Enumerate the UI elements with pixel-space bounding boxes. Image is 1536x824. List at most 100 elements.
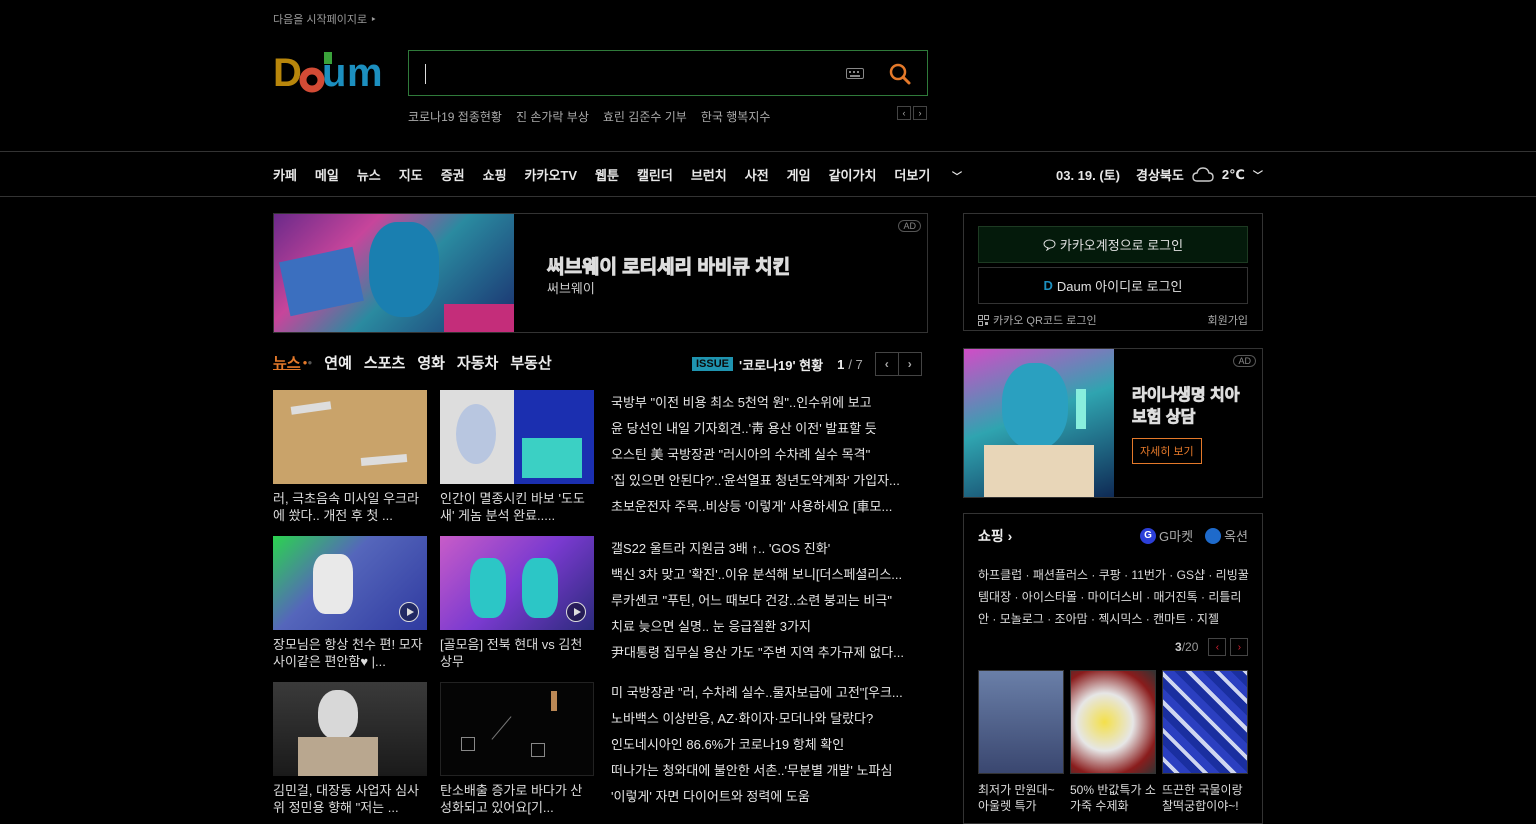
chevron-left-icon[interactable]: ‹ <box>874 352 899 376</box>
trending-nav: ‹ › <box>897 106 927 120</box>
side-ad-button[interactable]: 자세히 보기 <box>1132 438 1202 464</box>
search-icon[interactable] <box>887 61 913 87</box>
tab-realestate[interactable]: 부동산 <box>510 352 551 373</box>
weather-widget[interactable]: 03. 19. (토) 경상북도 2℃ ﹀ <box>1056 165 1263 184</box>
shopping-links[interactable]: 하프클럽 · 패션플러스 · 쿠팡 · 11번가 · GS샵 · 리빙꿀템대장 … <box>978 564 1252 630</box>
tab-news[interactable]: 뉴스 <box>273 352 301 373</box>
temperature-label: 2℃ <box>1221 166 1245 182</box>
gnb-item-webtoon[interactable]: 웹툰 <box>595 165 619 184</box>
headline-item[interactable]: 백신 3차 맞고 '확진'..이유 분석해 보니[더스페셜리스... <box>611 562 929 588</box>
chevron-right-icon[interactable]: › <box>913 106 927 120</box>
headline-item[interactable]: 치료 늦으면 실명.. 눈 응급질환 3가지 <box>611 614 929 640</box>
shopping-title-label: 쇼핑 <box>978 528 1004 544</box>
headline-item[interactable]: 노바백스 이상반응, AZ·화이자·모더나와 달랐다? <box>611 706 929 732</box>
news-thumb[interactable]: [골모음] 전북 현대 vs 김천 상무 <box>440 536 594 670</box>
gnb-item-news[interactable]: 뉴스 <box>357 165 381 184</box>
search-box[interactable] <box>408 50 928 96</box>
headline-item[interactable]: 떠나가는 청와대에 불안한 서촌..'무분별 개발' 노파심 <box>611 758 929 784</box>
gnb-item-together[interactable]: 같이가치 <box>829 165 877 184</box>
news-thumb[interactable]: 인간이 멸종시킨 바보 '도도새' 게놈 분석 완료..... <box>440 390 594 524</box>
headline-item[interactable]: 갤S22 울트라 지원금 3배 ↑.. 'GOS 진화' <box>611 536 929 562</box>
tab-movie[interactable]: 영화 <box>417 352 445 373</box>
auction-link[interactable]: 옥션 <box>1205 526 1248 545</box>
news-caption: 인간이 멸종시킨 바보 '도도새' 게놈 분석 완료..... <box>440 491 585 523</box>
headline-item[interactable]: '집 있으면 안된다?'..'윤석열표 청년도약계좌' 가입자... <box>611 468 929 494</box>
side-ad[interactable]: AD 라이나생명 치아보험 상담 자세히 보기 <box>963 348 1263 498</box>
trending-item[interactable]: 한국 행복지수 <box>701 108 771 125</box>
product-image <box>978 670 1064 774</box>
news-thumb[interactable]: 러, 극초음속 미사일 우크라에 쐈다.. 개전 후 첫 ... <box>273 390 427 524</box>
speech-bubble-icon <box>1043 238 1056 251</box>
more-label: 더보기 <box>894 168 931 183</box>
shopping-box: 쇼핑 › G G마켓 옥션 하프클럽 · 패션플러스 · 쿠팡 · 11번가 ·… <box>963 513 1263 824</box>
news-caption: 장모님은 항상 천수 편! 모자사이같은 편안함♥ |... <box>273 637 423 669</box>
tab-car[interactable]: 자동차 <box>457 352 498 373</box>
signup-link[interactable]: 회원가입 <box>1208 312 1248 328</box>
search-input[interactable] <box>421 57 831 89</box>
trending-item[interactable]: 진 손가락 부상 <box>516 108 589 125</box>
product-caption: 50% 반값특가 소가죽 수제화 <box>1070 783 1156 813</box>
gnb-item-stock[interactable]: 증권 <box>441 165 465 184</box>
news-tabs: 뉴스 ●● 연예 스포츠 영화 자동차 부동산 <box>273 352 552 373</box>
gnb-item-cafe[interactable]: 카페 <box>273 165 297 184</box>
qr-login-link[interactable]: 카카오 QR코드 로그인 <box>978 312 1097 328</box>
news-thumb[interactable]: 장모님은 항상 천수 편! 모자사이같은 편안함♥ |... <box>273 536 427 670</box>
product-caption: 최저가 만원대~ 아울렛 특가 <box>978 783 1055 813</box>
gnb-item-mail[interactable]: 메일 <box>315 165 339 184</box>
gnb-item-game[interactable]: 게임 <box>787 165 811 184</box>
gnb-item-map[interactable]: 지도 <box>399 165 423 184</box>
auction-icon <box>1205 527 1222 544</box>
auction-label: 옥션 <box>1224 529 1248 544</box>
headline-list: 미 국방장관 "러, 수차례 실수..물자보급에 고전"[우크... 노바백스 … <box>611 680 929 810</box>
headline-item[interactable]: 미 국방장관 "러, 수차례 실수..물자보급에 고전"[우크... <box>611 680 929 706</box>
news-thumb[interactable]: 탄소배출 증가로 바다가 산성화되고 있어요[기... <box>440 682 594 816</box>
news-caption: 김민걸, 대장동 사업자 심사위 정민용 향해 "저는 ... <box>273 783 420 815</box>
headline-item[interactable]: '이렇게' 자면 다이어트와 정력에 도움 <box>611 784 929 810</box>
headline-item[interactable]: 인도네시아인 86.6%가 코로나19 항체 확인 <box>611 732 929 758</box>
gmarket-label: G마켓 <box>1159 529 1194 544</box>
headline-item[interactable]: 국방부 "이전 비용 최소 5천억 원"..인수위에 보고 <box>611 390 929 416</box>
product-card[interactable]: 뜨끈한 국물이랑 찰떡궁합이야~! <box>1162 670 1248 814</box>
daum-logo[interactable]: D u m <box>273 50 389 98</box>
trending-keywords: 코로나19 접종현황 진 손가락 부상 효린 김준수 기부 한국 행복지수 <box>408 108 770 125</box>
shopping-pagination: 3/20 ‹ › <box>1175 638 1249 656</box>
headline-item[interactable]: 윤 당선인 내일 기자회견..'靑 용산 이전' 발표할 듯 <box>611 416 929 442</box>
product-card[interactable]: 50% 반값특가 소가죽 수제화 <box>1070 670 1156 814</box>
headline-item[interactable]: 초보운전자 주목..비상등 '이렇게' 사용하세요 [車모... <box>611 494 929 520</box>
news-image <box>440 536 594 630</box>
trending-item[interactable]: 코로나19 접종현황 <box>408 108 502 125</box>
qr-code-icon <box>978 314 989 326</box>
gnb-item-more[interactable]: 더보기 ﹀ <box>894 165 980 184</box>
ad-banner[interactable]: AD 써브웨이 로티세리 바비큐 치킨 써브웨이 <box>273 213 928 333</box>
gmarket-link[interactable]: G G마켓 <box>1140 526 1193 545</box>
global-nav: 카페 메일 뉴스 지도 증권 쇼핑 카카오TV 웹툰 캘린더 브런치 사전 게임… <box>0 151 1536 197</box>
news-thumb[interactable]: 김민걸, 대장동 사업자 심사위 정민용 향해 "저는 ... <box>273 682 427 816</box>
shopping-partners: G G마켓 옥션 <box>1140 526 1248 545</box>
kakao-login-label: 카카오계정으로 로그인 <box>1059 238 1184 253</box>
gnb-item-brunch[interactable]: 브런치 <box>691 165 727 184</box>
chevron-right-icon[interactable]: › <box>897 352 922 376</box>
chevron-left-icon[interactable]: ‹ <box>897 106 911 120</box>
keyboard-icon[interactable] <box>846 68 864 79</box>
product-card[interactable]: 최저가 만원대~ 아울렛 특가 <box>978 670 1064 814</box>
headline-item[interactable]: 오스틴 美 국방장관 "러시아의 수차례 실수 목격" <box>611 442 929 468</box>
gnb-item-shopping[interactable]: 쇼핑 <box>483 165 507 184</box>
set-homepage-link[interactable]: 다음을 시작페이지로 ‣ <box>273 11 377 27</box>
chevron-right-icon[interactable]: › <box>1230 638 1249 656</box>
daum-login-button[interactable]: D Daum 아이디로 로그인 <box>978 267 1248 304</box>
headline-item[interactable]: 尹대통령 집무실 용산 가도 "주변 지역 추가규제 없다... <box>611 640 929 666</box>
issue-title[interactable]: '코로나19' 현황 <box>739 355 823 374</box>
gnb-item-kakaotv[interactable]: 카카오TV <box>525 165 578 184</box>
login-box: 카카오계정으로 로그인 D Daum 아이디로 로그인 카카오 QR코드 로그인… <box>963 213 1263 331</box>
chevron-left-icon[interactable]: ‹ <box>1208 638 1227 656</box>
tab-entertainment[interactable]: 연예 <box>324 352 352 373</box>
tab-sports[interactable]: 스포츠 <box>364 352 405 373</box>
trending-item[interactable]: 효린 김준수 기부 <box>603 108 687 125</box>
shopping-title[interactable]: 쇼핑 › <box>978 526 1012 546</box>
gnb-item-calendar[interactable]: 캘린더 <box>637 165 673 184</box>
news-image <box>440 390 594 484</box>
kakao-login-button[interactable]: 카카오계정으로 로그인 <box>978 226 1248 263</box>
issue-page: 1 <box>837 356 845 372</box>
gnb-item-dictionary[interactable]: 사전 <box>745 165 769 184</box>
headline-item[interactable]: 루카셴코 "푸틴, 어느 때보다 건강..소련 붕괴는 비극" <box>611 588 929 614</box>
